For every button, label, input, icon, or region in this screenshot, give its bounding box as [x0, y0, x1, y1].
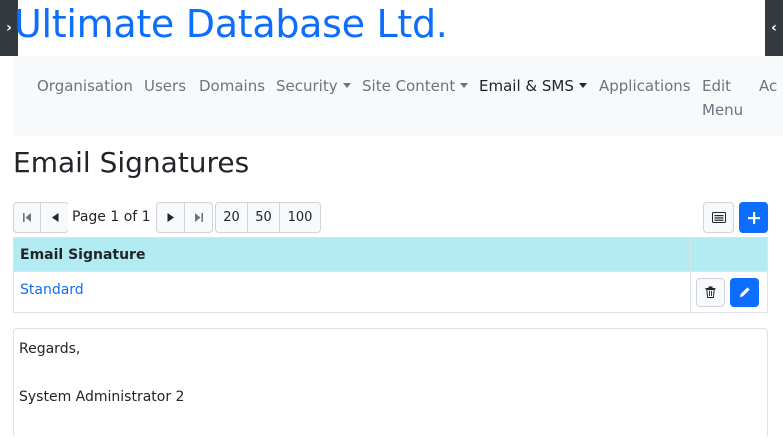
column-header-email-signature[interactable]: Email Signature — [14, 238, 691, 271]
caret-down-icon — [578, 83, 587, 88]
list-view-button[interactable] — [703, 202, 734, 233]
table-row[interactable]: Standard — [14, 272, 767, 312]
page-size-100-button[interactable]: 100 — [280, 203, 320, 232]
last-page-button[interactable] — [185, 203, 212, 232]
chevron-right-icon: › — [6, 20, 12, 36]
pager-status: Page 1 of 1 — [68, 202, 155, 233]
brand-title[interactable]: Ultimate Database Ltd. — [14, 2, 448, 46]
page-size-20-button[interactable]: 20 — [216, 203, 248, 232]
trash-icon — [705, 286, 716, 298]
last-page-icon — [194, 213, 203, 222]
preview-line: System Administrator 2 — [19, 389, 185, 405]
page-title: Email Signatures — [13, 146, 250, 179]
sidebar-toggle-right[interactable]: ‹ — [765, 0, 783, 56]
plus-icon — [747, 211, 760, 224]
nav-item-users[interactable]: Users — [144, 74, 186, 98]
signature-name-link[interactable]: Standard — [14, 272, 691, 312]
signatures-table: Email Signature Standard — [13, 237, 768, 313]
caret-down-icon — [460, 83, 469, 88]
edit-button[interactable] — [730, 277, 759, 307]
pager-prev-group — [13, 202, 69, 233]
nav-item-security-label: Security — [276, 77, 338, 95]
prev-page-button[interactable] — [41, 203, 68, 232]
next-page-icon — [167, 213, 174, 222]
row-actions — [691, 272, 759, 312]
nav-item-domains[interactable]: Domains — [199, 74, 265, 98]
table-header: Email Signature — [14, 238, 767, 272]
list-view-icon — [711, 212, 726, 223]
preview-line — [19, 361, 762, 385]
chevron-left-icon: ‹ — [771, 20, 777, 36]
nav-item-menu-label: Menu — [702, 101, 744, 119]
main-navbar: Organisation Users Domains Security Site… — [14, 56, 783, 136]
nav-item-organisation[interactable]: Organisation — [37, 74, 133, 98]
nav-item-security[interactable]: Security — [276, 74, 351, 98]
pencil-icon — [739, 287, 750, 297]
nav-item-email-sms-label: Email & SMS — [479, 77, 574, 95]
add-signature-button[interactable] — [739, 202, 768, 233]
pager-next-group — [156, 202, 213, 233]
nav-item-site-content[interactable]: Site Content — [362, 74, 469, 98]
nav-item-email-sms[interactable]: Email & SMS — [479, 74, 587, 98]
next-page-button[interactable] — [157, 203, 185, 232]
nav-item-edit-label: Edit — [702, 77, 732, 95]
caret-down-icon — [342, 83, 351, 88]
page-size-group: 20 50 100 — [215, 202, 321, 233]
column-header-actions — [691, 238, 697, 271]
first-page-button[interactable] — [14, 203, 41, 232]
preview-line: Regards, — [19, 341, 81, 357]
prev-page-icon — [51, 213, 58, 222]
signature-preview: Regards, System Administrator 2 — [13, 328, 768, 438]
page-size-50-button[interactable]: 50 — [248, 203, 280, 232]
nav-item-applications[interactable]: Applications — [599, 74, 691, 98]
first-page-icon — [23, 213, 31, 222]
nav-item-overflow[interactable]: Ac — [759, 74, 777, 98]
delete-button[interactable] — [696, 277, 725, 307]
nav-item-site-content-label: Site Content — [362, 77, 456, 95]
nav-item-edit-menu[interactable]: Edit Menu — [702, 74, 743, 122]
